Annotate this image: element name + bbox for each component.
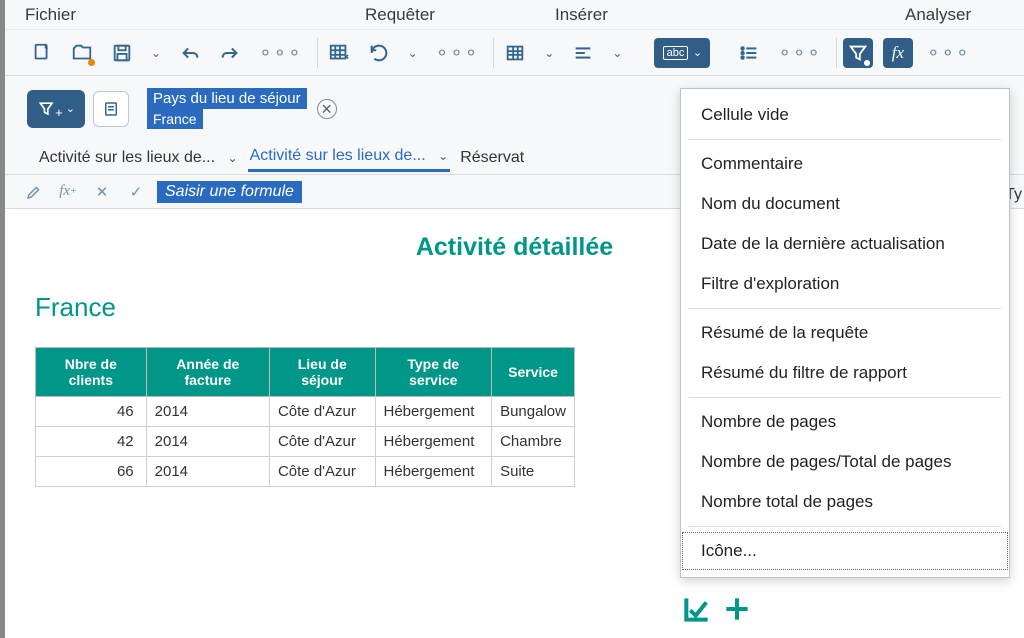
note-button[interactable]	[93, 91, 129, 127]
fx-plus-icon[interactable]: fx+	[55, 179, 81, 205]
list-icon[interactable]	[734, 38, 764, 68]
separator	[689, 526, 1001, 527]
col-header[interactable]: Lieu de séjour	[269, 348, 375, 397]
new-document-icon[interactable]	[27, 38, 57, 68]
cell[interactable]: Hébergement	[375, 427, 492, 457]
cell[interactable]: Chambre	[492, 427, 575, 457]
separator	[689, 139, 1001, 140]
cell[interactable]: Bungalow	[492, 397, 575, 427]
app-root: Fichier Requêter Insérer Analyser ⌄ ∘∘∘	[0, 0, 1024, 638]
menuitem-page-count[interactable]: Nombre de pages	[681, 402, 1009, 442]
cell[interactable]: Côte d'Azur	[269, 457, 375, 487]
cell[interactable]: 46	[36, 397, 147, 427]
cell[interactable]: 2014	[146, 427, 269, 457]
col-header[interactable]: Nbre de clients	[36, 348, 147, 397]
cell[interactable]: 42	[36, 427, 147, 457]
separator	[689, 308, 1001, 309]
chevron-down-icon: ⌄	[693, 46, 702, 59]
floating-tools	[681, 593, 753, 633]
save-dropdown[interactable]: ⌄	[147, 46, 165, 60]
redo-icon[interactable]	[215, 38, 245, 68]
col-header[interactable]: Année de facture	[146, 348, 269, 397]
tab-label: Activité sur les lieux de...	[39, 149, 215, 166]
menuitem-empty-cell[interactable]: Cellule vide	[681, 95, 1009, 135]
analyze-more-icon[interactable]: ∘∘∘	[927, 40, 971, 65]
fx-variable-icon[interactable]: fx	[883, 38, 913, 68]
filter-chip-value: France	[147, 109, 203, 129]
tab-label: Activité sur les lieux de...	[250, 147, 426, 164]
menuitem-document-name[interactable]: Nom du document	[681, 184, 1009, 224]
menuitem-comment[interactable]: Commentaire	[681, 144, 1009, 184]
cell[interactable]: 2014	[146, 397, 269, 427]
menuitem-icon[interactable]: Icône...	[681, 531, 1009, 571]
toolbar: ⌄ ∘∘∘ ⌄ ∘∘∘ ⌄ ⌄ abc ⌄	[5, 30, 1024, 76]
undo-icon[interactable]	[175, 38, 205, 68]
chevron-down-icon[interactable]: ⌄	[228, 151, 238, 165]
plus-icon[interactable]	[721, 593, 753, 633]
separator	[689, 397, 1001, 398]
cell[interactable]: 2014	[146, 457, 269, 487]
report-table[interactable]: Nbre de clients Année de facture Lieu de…	[35, 347, 575, 487]
menu-file[interactable]: Fichier	[25, 5, 325, 25]
refresh-dropdown[interactable]: ⌄	[404, 46, 422, 60]
data-grid-icon[interactable]	[324, 38, 354, 68]
add-filter-button[interactable]: + ⌄	[27, 90, 85, 128]
cell[interactable]: Suite	[492, 457, 575, 487]
insert-cell-dropdown: Cellule vide Commentaire Nom du document…	[680, 88, 1010, 578]
refresh-icon[interactable]	[364, 38, 394, 68]
file-more-icon[interactable]: ∘∘∘	[259, 40, 303, 65]
cell[interactable]: Côte d'Azur	[269, 427, 375, 457]
accept-formula-icon[interactable]: ✓	[123, 179, 149, 205]
col-header[interactable]: Service	[492, 348, 575, 397]
separator	[317, 38, 318, 68]
menu-query[interactable]: Requêter	[365, 5, 515, 25]
edit-formula-icon[interactable]	[21, 179, 47, 205]
table-dropdown[interactable]: ⌄	[540, 46, 558, 60]
align-icon[interactable]	[568, 38, 598, 68]
menuitem-query-summary[interactable]: Résumé de la requête	[681, 313, 1009, 353]
align-dropdown[interactable]: ⌄	[608, 46, 626, 60]
menu-bar: Fichier Requêter Insérer Analyser	[5, 0, 1024, 30]
menuitem-page-of-total[interactable]: Nombre de pages/Total de pages	[681, 442, 1009, 482]
table-header-row: Nbre de clients Année de facture Lieu de…	[36, 348, 575, 397]
menu-analyze[interactable]: Analyser	[905, 5, 971, 25]
chart-check-icon[interactable]	[681, 593, 713, 633]
cancel-formula-icon[interactable]: ✕	[89, 179, 115, 205]
save-icon[interactable]	[107, 38, 137, 68]
tab-reservat[interactable]: Réservat	[458, 145, 526, 171]
insert-more-icon[interactable]: ∘∘∘	[778, 40, 822, 65]
tab-activity-2[interactable]: Activité sur les lieux de... ⌄	[248, 143, 451, 172]
insert-cell-button[interactable]: abc ⌄	[654, 38, 710, 68]
filter-icon[interactable]	[843, 38, 873, 68]
col-header[interactable]: Type de service	[375, 348, 492, 397]
separator	[836, 38, 837, 68]
abc-icon: abc	[663, 46, 689, 60]
open-folder-icon[interactable]	[67, 38, 97, 68]
tab-activity-1[interactable]: Activité sur les lieux de... ⌄	[37, 145, 240, 171]
clear-filter-icon[interactable]: ×	[317, 99, 337, 119]
table-icon[interactable]	[500, 38, 530, 68]
menuitem-total-pages[interactable]: Nombre total de pages	[681, 482, 1009, 522]
query-more-icon[interactable]: ∘∘∘	[436, 40, 480, 65]
cell[interactable]: Côte d'Azur	[269, 397, 375, 427]
separator	[493, 38, 494, 68]
formula-input[interactable]: Saisir une formule	[157, 181, 302, 203]
menuitem-drill-filter[interactable]: Filtre d'exploration	[681, 264, 1009, 304]
menuitem-report-filter-summary[interactable]: Résumé du filtre de rapport	[681, 353, 1009, 393]
table-row[interactable]: 46 2014 Côte d'Azur Hébergement Bungalow	[36, 397, 575, 427]
filter-chip-label: Pays du lieu de séjour	[147, 88, 307, 109]
filter-chip[interactable]: Pays du lieu de séjour France ×	[147, 88, 337, 129]
menuitem-last-refresh-date[interactable]: Date de la dernière actualisation	[681, 224, 1009, 264]
cell[interactable]: Hébergement	[375, 457, 492, 487]
tab-label: Réservat	[460, 149, 524, 166]
cell[interactable]: Hébergement	[375, 397, 492, 427]
chevron-down-icon[interactable]: ⌄	[438, 149, 448, 163]
table-row[interactable]: 66 2014 Côte d'Azur Hébergement Suite	[36, 457, 575, 487]
menu-insert[interactable]: Insérer	[555, 5, 865, 25]
table-row[interactable]: 42 2014 Côte d'Azur Hébergement Chambre	[36, 427, 575, 457]
cell[interactable]: 66	[36, 457, 147, 487]
